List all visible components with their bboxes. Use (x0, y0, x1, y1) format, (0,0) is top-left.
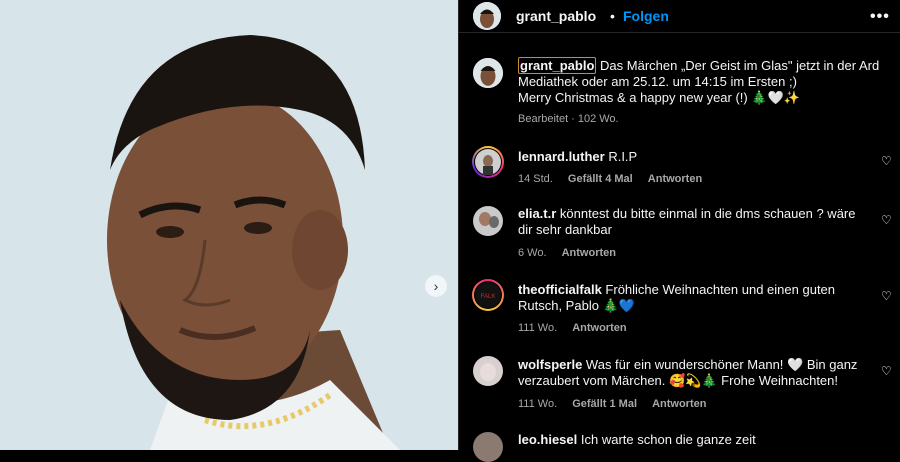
post-header: grant_pablo • Folgen ••• (459, 0, 900, 33)
caption-line-3: Merry Christmas & a happy new year (!) 🎄… (518, 90, 800, 105)
caption-time[interactable]: 102 Wo. (578, 113, 619, 125)
follow-button[interactable]: Folgen (623, 8, 669, 24)
comment-username[interactable]: theofficialfalk (518, 282, 602, 297)
avatar-image (473, 2, 501, 30)
heart-icon[interactable]: ♡ (881, 289, 892, 303)
story-ring[interactable]: FALK (472, 279, 504, 311)
comment-body: Was für ein wunderschöner Mann! 🤍 Bin ga… (585, 357, 858, 372)
caption-text: grant_pablo Das Märchen „Der Geist im Gl… (518, 57, 888, 106)
comment-time[interactable]: 6 Wo. (518, 247, 547, 259)
comment-body: könntest du bitte einmal in die dms scha… (559, 206, 856, 221)
avatar[interactable] (473, 356, 503, 386)
more-options-icon[interactable]: ••• (870, 8, 890, 26)
edited-label: Bearbeitet (518, 113, 569, 125)
caption-username[interactable]: grant_pablo (518, 57, 597, 74)
heart-icon[interactable]: ♡ (881, 154, 892, 168)
comment-username[interactable]: wolfsperle (518, 357, 582, 372)
heart-icon[interactable]: ♡ (881, 364, 892, 378)
avatar-image (473, 356, 503, 386)
comment-body-line-2: verzaubert vom Märchen. 🥰💫🎄 Frohe Weihna… (518, 373, 839, 388)
avatar-image (475, 149, 501, 175)
reply-button[interactable]: Antworten (562, 247, 616, 259)
avatar[interactable] (473, 2, 501, 30)
comment-meta: 111 Wo. Gefällt 1 Mal Antworten (518, 398, 718, 410)
caption-line-1: Das Märchen „Der Geist im Glas" jetzt in… (600, 58, 880, 73)
comment-body-line-2: Rutsch, Pablo 🎄💙 (518, 298, 635, 313)
comments-panel: grant_pablo • Folgen ••• grant_pablo Das… (458, 0, 900, 462)
avatar-image: FALK (475, 282, 501, 308)
comment-text: lennard.luther R.I.P (518, 149, 858, 165)
comment-time[interactable]: 111 Wo. (518, 398, 557, 410)
post-viewer: › grant_pablo • Folgen ••• grant_pablo D… (0, 0, 900, 462)
portrait-image (0, 0, 458, 450)
avatar: FALK (474, 281, 502, 309)
comment-meta: 111 Wo. Antworten (518, 322, 639, 334)
comment-meta: 14 Std. Gefällt 4 Mal Antworten (518, 173, 714, 185)
comment-username[interactable]: leo.hiesel (518, 432, 577, 447)
heart-icon[interactable]: ♡ (881, 213, 892, 227)
comment-body: Fröhliche Weihnachten und einen guten (605, 282, 836, 297)
comment-time[interactable]: 14 Std. (518, 173, 553, 185)
comment-text: wolfsperle Was für ein wunderschöner Man… (518, 357, 858, 389)
likes-count[interactable]: Gefällt 1 Mal (572, 398, 637, 410)
comment-text: theofficialfalk Fröhliche Weihnachten un… (518, 282, 858, 314)
caption-meta: Bearbeitet · 102 Wo. (518, 113, 631, 125)
comment-time[interactable]: 111 Wo. (518, 322, 557, 334)
chevron-right-icon: › (433, 278, 439, 294)
comment-username[interactable]: lennard.luther (518, 149, 605, 164)
avatar[interactable] (473, 58, 503, 88)
avatar-image (473, 206, 503, 236)
caption-line-2: Mediathek oder am 25.12. um 14:15 im Ers… (518, 74, 797, 89)
likes-count[interactable]: Gefällt 4 Mal (568, 173, 633, 185)
avatar[interactable] (473, 206, 503, 236)
comment-body: Ich warte schon die ganze zeit (580, 432, 756, 447)
comment-body: R.I.P (608, 149, 638, 164)
separator-dot: • (610, 8, 615, 24)
reply-button[interactable]: Antworten (572, 322, 626, 334)
reply-button[interactable]: Antworten (652, 398, 706, 410)
header-username[interactable]: grant_pablo (516, 8, 596, 24)
svg-text:FALK: FALK (481, 294, 496, 300)
comment-meta: 6 Wo. Antworten (518, 247, 628, 259)
story-ring[interactable] (472, 146, 504, 178)
avatar (474, 148, 502, 176)
comment-text: elia.t.r könntest du bitte einmal in die… (518, 206, 858, 238)
comment-text: leo.hiesel Ich warte schon die ganze zei… (518, 432, 858, 448)
avatar-image (473, 432, 503, 462)
avatar[interactable] (473, 432, 503, 462)
post-photo[interactable]: › (0, 0, 458, 450)
avatar-image (473, 58, 503, 88)
reply-button[interactable]: Antworten (648, 173, 702, 185)
comment-username[interactable]: elia.t.r (518, 206, 556, 221)
next-photo-button[interactable]: › (425, 275, 447, 297)
comment-body-line-2: dir sehr dankbar (518, 222, 612, 237)
meta-dot: · (571, 113, 575, 125)
